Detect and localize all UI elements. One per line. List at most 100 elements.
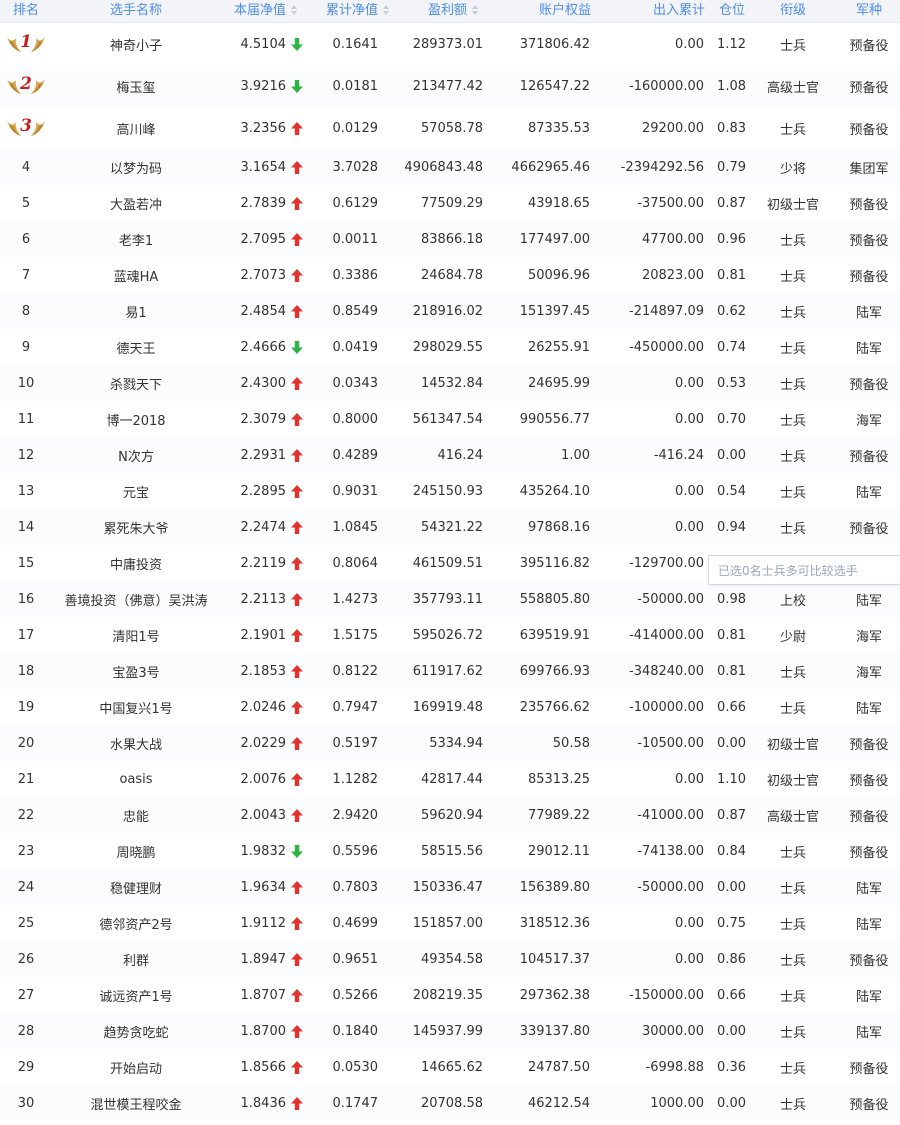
table-row[interactable]: 23 周晓鹏 1.9832 0.5596 58515.56 29012.11 -74138.…: [0, 833, 900, 869]
table-row[interactable]: 6 老李1 2.7095 0.0011 83866.18 177497.00 47700.0…: [0, 221, 900, 257]
cell-name[interactable]: 德邻资产2号: [52, 905, 220, 941]
sort-icon[interactable]: [291, 4, 298, 15]
player-name-link[interactable]: 高川峰: [116, 119, 155, 138]
player-name-link[interactable]: 趋势贪吃蛇: [103, 1022, 168, 1041]
cell-name[interactable]: 忠能: [52, 797, 220, 833]
player-name-link[interactable]: 累死朱大爷: [103, 518, 168, 537]
table-row[interactable]: 21 oasis 2.0076 1.1282 42817.44 85313.25 0.00 1…: [0, 761, 900, 797]
cell-name[interactable]: 善境投资（佛意）吴洪涛: [52, 581, 220, 617]
player-name-link[interactable]: 水果大战: [110, 734, 162, 753]
table-row[interactable]: 11 博一2018 2.3079 0.8000 561347.54 990556.77 0.…: [0, 401, 900, 437]
cell-name[interactable]: 开始启动: [52, 1049, 220, 1085]
cell-name[interactable]: 易1: [52, 293, 220, 329]
header-level[interactable]: 衔级: [780, 0, 806, 22]
table-row[interactable]: 30 混世模王程咬金 1.8436 0.1747 20708.58 46212.54 100…: [0, 1085, 900, 1121]
cell-name[interactable]: 宝盈3号: [52, 653, 220, 689]
table-row[interactable]: 29 开始启动 1.8566 0.0530 14665.62 24787.50 -6998.…: [0, 1049, 900, 1085]
player-name-link[interactable]: 善境投资（佛意）吴洪涛: [64, 590, 207, 609]
header-nav[interactable]: 本届净值: [234, 0, 298, 22]
cell-name[interactable]: 利群: [52, 941, 220, 977]
table-row[interactable]: 27 诚远资产1号 1.8707 0.5266 208219.35 297362.38 -1…: [0, 977, 900, 1013]
cell-name[interactable]: 杀戮天下: [52, 365, 220, 401]
cell-name[interactable]: 中国复兴1号: [52, 689, 220, 725]
player-name-link[interactable]: 中国复兴1号: [99, 698, 172, 717]
table-row[interactable]: 5 大盈若冲 2.7839 0.6129 77509.29 43918.65 -37500.…: [0, 185, 900, 221]
player-name-link[interactable]: 蓝魂HA: [114, 266, 159, 285]
header-rank[interactable]: 排名: [13, 0, 39, 22]
player-name-link[interactable]: 以梦为码: [110, 158, 162, 177]
cell-name[interactable]: 中庸投资: [52, 545, 220, 581]
table-row[interactable]: 22 忠能 2.0043 2.9420 59620.94 77989.22 -41000.0…: [0, 797, 900, 833]
cell-name[interactable]: 混世模王程咬金: [52, 1085, 220, 1121]
cell-name[interactable]: 趋势贪吃蛇: [52, 1013, 220, 1049]
cell-name[interactable]: 梅玉玺: [52, 65, 220, 107]
player-name-link[interactable]: oasis: [119, 772, 152, 787]
player-name-link[interactable]: 稳健理财: [110, 878, 162, 897]
header-position[interactable]: 仓位: [719, 0, 745, 22]
player-name-link[interactable]: N次方: [118, 446, 154, 465]
player-name-link[interactable]: 大盈若冲: [110, 194, 162, 213]
table-row[interactable]: 12 N次方 2.2931 0.4289 416.24 1.00 -416.24 0.00 士兵…: [0, 437, 900, 473]
cell-name[interactable]: 累死朱大爷: [52, 509, 220, 545]
table-row[interactable]: 9 德天王 2.4666 0.0419 298029.55 26255.91 -450000…: [0, 329, 900, 365]
cell-name[interactable]: oasis: [52, 761, 220, 797]
player-name-link[interactable]: 神奇小子: [110, 35, 162, 54]
header-profit[interactable]: 盈利额: [428, 0, 479, 22]
table-row[interactable]: 13 元宝 2.2895 0.9031 245150.93 435264.10 0.00 0.…: [0, 473, 900, 509]
header-name[interactable]: 选手名称: [110, 0, 162, 22]
cell-name[interactable]: N次方: [52, 437, 220, 473]
cell-name[interactable]: 诚远资产1号: [52, 977, 220, 1013]
sort-icon[interactable]: [472, 4, 479, 15]
table-row[interactable]: 1 神奇小子 4.5104 0.1641 289373.01 371806.42 0.00 1…: [0, 23, 900, 65]
player-name-link[interactable]: 中庸投资: [110, 554, 162, 573]
cell-name[interactable]: 稳健理财: [52, 869, 220, 905]
table-row[interactable]: 10 杀戮天下 2.4300 0.0343 14532.84 24695.99 0.00 0.…: [0, 365, 900, 401]
player-name-link[interactable]: 忠能: [123, 806, 149, 825]
cell-name[interactable]: 清阳1号: [52, 617, 220, 653]
player-name-link[interactable]: 利群: [123, 950, 149, 969]
cell-name[interactable]: 元宝: [52, 473, 220, 509]
table-row[interactable]: 3 高川峰 3.2356 0.0129 57058.78 87335.53 29200.00…: [0, 107, 900, 149]
player-name-link[interactable]: 周晓鹏: [116, 842, 155, 861]
table-row[interactable]: 26 利群 1.8947 0.9651 49354.58 104517.37 0.00 0.8…: [0, 941, 900, 977]
player-name-link[interactable]: 元宝: [123, 482, 149, 501]
table-row[interactable]: 4 以梦为码 3.1654 3.7028 4906843.48 4662965.46 -23…: [0, 149, 900, 185]
player-name-link[interactable]: 博一2018: [106, 410, 165, 429]
table-row[interactable]: 7 蓝魂HA 2.7073 0.3386 24684.78 50096.96 20823.0…: [0, 257, 900, 293]
table-row[interactable]: 20 水果大战 2.0229 0.5197 5334.94 50.58 -10500.00 0…: [0, 725, 900, 761]
cell-name[interactable]: 周晓鹏: [52, 833, 220, 869]
header-army[interactable]: 军种: [856, 0, 882, 22]
player-name-link[interactable]: 清阳1号: [112, 626, 159, 645]
cell-name[interactable]: 博一2018: [52, 401, 220, 437]
sort-icon[interactable]: [383, 4, 390, 15]
player-name-link[interactable]: 混世模王程咬金: [90, 1094, 181, 1113]
table-row[interactable]: 24 稳健理财 1.9634 0.7803 150336.47 156389.80 -500…: [0, 869, 900, 905]
table-row[interactable]: 14 累死朱大爷 2.2474 1.0845 54321.22 97868.16 0.00 0…: [0, 509, 900, 545]
table-row[interactable]: 2 梅玉玺 3.9216 0.0181 213477.42 126547.22 -16000…: [0, 65, 900, 107]
player-name-link[interactable]: 杀戮天下: [110, 374, 162, 393]
header-equity[interactable]: 账户权益: [539, 0, 591, 22]
table-row[interactable]: 17 清阳1号 2.1901 1.5175 595026.72 639519.91 -414…: [0, 617, 900, 653]
player-name-link[interactable]: 宝盈3号: [112, 662, 159, 681]
table-row[interactable]: 18 宝盈3号 2.1853 0.8122 611917.62 699766.93 -348…: [0, 653, 900, 689]
header-cum-nav[interactable]: 累计净值: [326, 0, 390, 22]
table-row[interactable]: 25 德邻资产2号 1.9112 0.4699 151857.00 318512.36 0.…: [0, 905, 900, 941]
table-row[interactable]: 16 善境投资（佛意）吴洪涛 2.2113 1.4273 357793.11 558805…: [0, 581, 900, 617]
player-name-link[interactable]: 易1: [125, 302, 146, 321]
cell-name[interactable]: 神奇小子: [52, 23, 220, 65]
cell-name[interactable]: 高川峰: [52, 107, 220, 149]
cell-name[interactable]: 蓝魂HA: [52, 257, 220, 293]
cell-name[interactable]: 大盈若冲: [52, 185, 220, 221]
player-name-link[interactable]: 梅玉玺: [116, 77, 155, 96]
header-flow[interactable]: 出入累计: [653, 0, 705, 22]
player-name-link[interactable]: 德邻资产2号: [99, 914, 172, 933]
cell-name[interactable]: 以梦为码: [52, 149, 220, 185]
table-row[interactable]: 28 趋势贪吃蛇 1.8700 0.1840 145937.99 339137.80 300…: [0, 1013, 900, 1049]
cell-name[interactable]: 德天王: [52, 329, 220, 365]
player-name-link[interactable]: 诚远资产1号: [99, 986, 172, 1005]
player-name-link[interactable]: 老李1: [119, 230, 153, 249]
table-row[interactable]: 19 中国复兴1号 2.0246 0.7947 169919.48 235766.62 -1…: [0, 689, 900, 725]
cell-name[interactable]: 水果大战: [52, 725, 220, 761]
cell-name[interactable]: 老李1: [52, 221, 220, 257]
table-row[interactable]: 8 易1 2.4854 0.8549 218916.02 151397.45 -214897…: [0, 293, 900, 329]
